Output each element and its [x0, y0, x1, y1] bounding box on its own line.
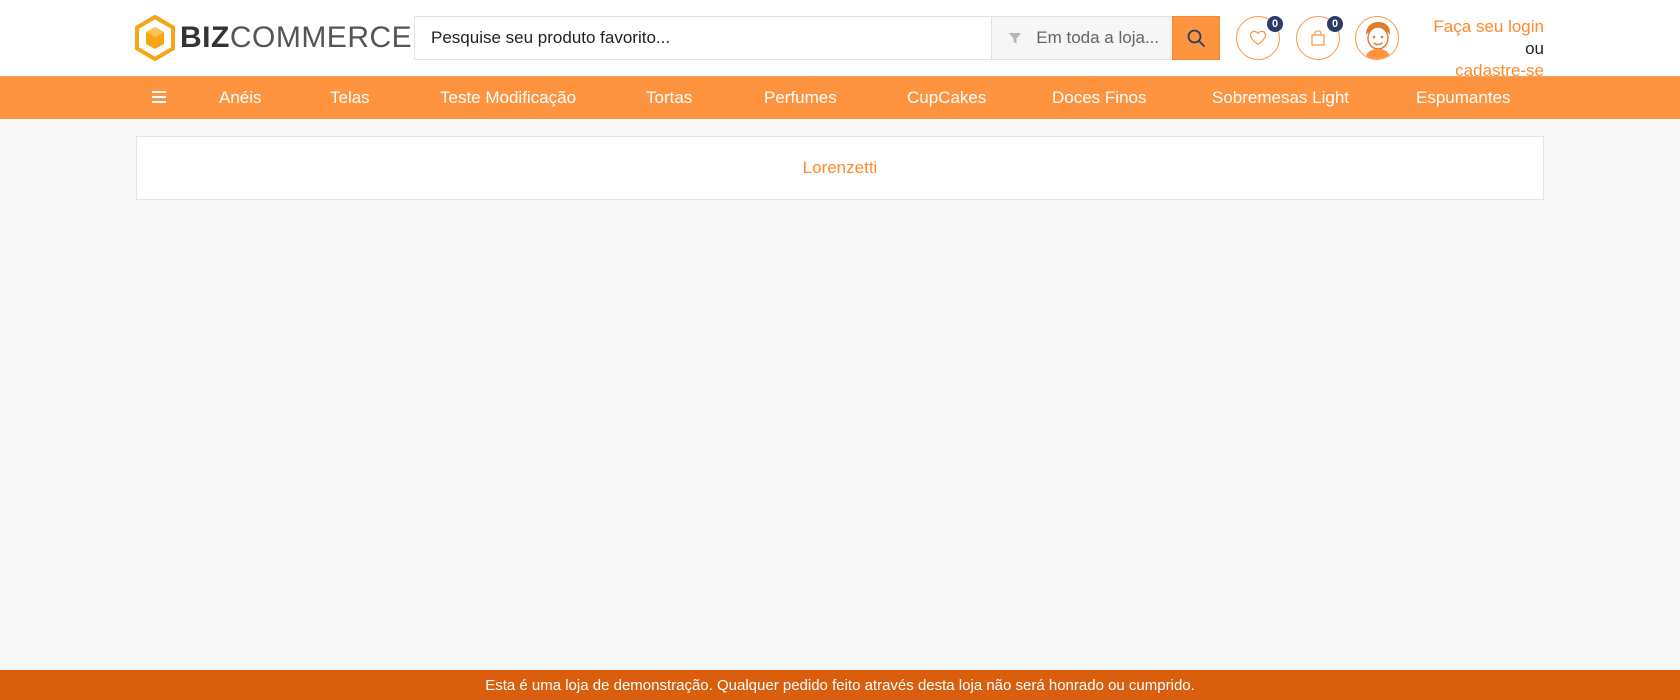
wishlist-button[interactable]: 0 — [1236, 16, 1283, 60]
nav-item-espumantes[interactable]: Espumantes — [1416, 77, 1511, 119]
account-links: Faça seu login ou cadastre-se — [1410, 16, 1544, 82]
cart-button[interactable]: 0 — [1296, 16, 1343, 60]
site-header: BIZ COMMERCE Em toda a loja... 0 — [0, 0, 1680, 80]
logo-text-commerce: COMMERCE — [229, 21, 413, 54]
logo-wordmark: BIZ COMMERCE — [180, 21, 412, 55]
search-bar: Em toda a loja... — [414, 16, 1220, 60]
user-avatar-icon — [1357, 18, 1398, 59]
nav-item-teste-modificacao[interactable]: Teste Modificação — [440, 77, 576, 119]
filter-icon — [1009, 33, 1022, 44]
demo-store-notice: Esta é uma loja de demonstração. Qualque… — [0, 670, 1680, 700]
or-text: ou — [1525, 39, 1544, 58]
nav-item-cupcakes[interactable]: CupCakes — [907, 77, 986, 119]
search-button[interactable] — [1172, 16, 1220, 60]
hexagon-cube-icon — [135, 15, 175, 61]
nav-item-tortas[interactable]: Tortas — [646, 77, 692, 119]
nav-item-aneis[interactable]: Anéis — [219, 77, 262, 119]
search-scope-label: Em toda a loja... — [1036, 28, 1160, 47]
brand-title: Lorenzetti — [802, 158, 878, 177]
store-logo[interactable]: BIZ COMMERCE — [134, 14, 412, 62]
nav-item-doces-finos[interactable]: Doces Finos — [1052, 77, 1146, 119]
heart-icon — [1249, 30, 1267, 46]
search-input[interactable] — [415, 17, 992, 59]
cart-count-badge: 0 — [1327, 16, 1343, 32]
wishlist-count-badge: 0 — [1267, 16, 1283, 32]
nav-item-telas[interactable]: Telas — [330, 77, 370, 119]
search-icon — [1187, 29, 1205, 47]
demo-store-notice-text: Esta é uma loja de demonstração. Qualque… — [485, 676, 1195, 694]
search-scope-select[interactable]: Em toda a loja... — [991, 17, 1173, 59]
logo-text-biz: BIZ — [180, 21, 230, 54]
hamburger-menu-icon[interactable] — [152, 91, 166, 104]
shopping-bag-icon — [1311, 30, 1325, 46]
user-avatar[interactable] — [1355, 16, 1399, 60]
nav-item-sobremesas-light[interactable]: Sobremesas Light — [1212, 77, 1349, 119]
login-link[interactable]: Faça seu login — [1433, 17, 1544, 36]
brand-header-panel: Lorenzetti — [136, 136, 1544, 200]
category-nav: Anéis Telas Teste Modificação Tortas Per… — [0, 76, 1680, 119]
nav-item-perfumes[interactable]: Perfumes — [764, 77, 837, 119]
